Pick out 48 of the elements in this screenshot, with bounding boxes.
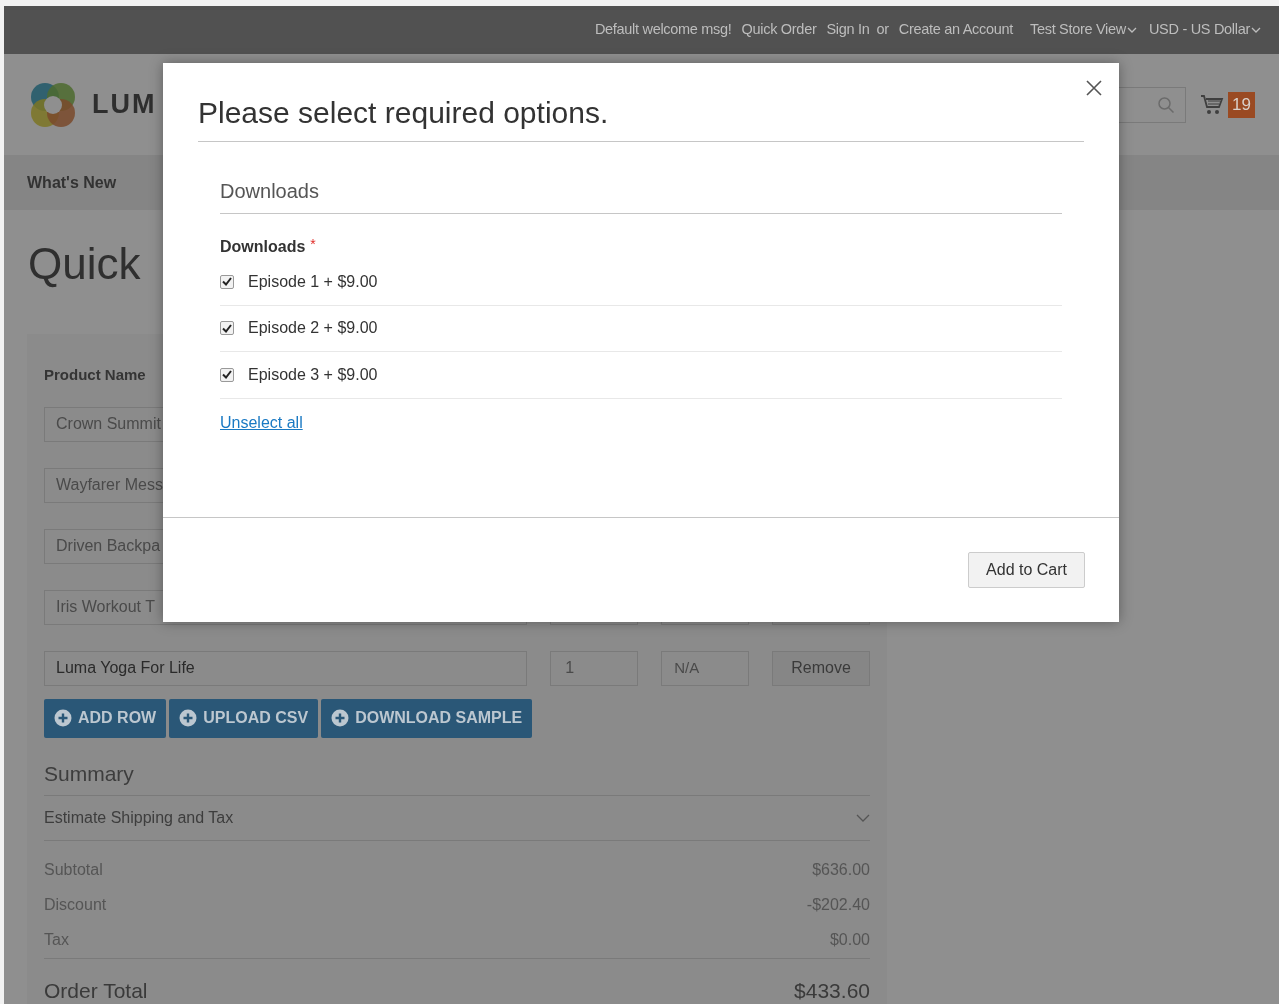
option-label: Episode 2 + $9.00: [248, 318, 378, 339]
option-label: Episode 1 + $9.00: [248, 271, 378, 292]
chevron-icon: [856, 814, 870, 822]
add-to-cart-button[interactable]: Add to Cart: [968, 552, 1085, 588]
order-total-value: $433.60: [794, 978, 870, 1004]
section-title: Downloads: [220, 179, 320, 204]
cart-count-badge: 19: [1228, 91, 1255, 118]
cart-icon[interactable]: [1200, 92, 1225, 117]
action-button[interactable]: UPLOAD CSV: [169, 698, 319, 738]
close-button[interactable]: [1085, 79, 1103, 97]
option-checkbox[interactable]: [220, 367, 234, 382]
check-icon: [222, 370, 232, 380]
chevron-down-icon: [1251, 27, 1261, 33]
header-link[interactable]: Sign In: [826, 19, 870, 41]
separator-text: or: [876, 20, 889, 40]
header-link[interactable]: Create an Account: [898, 19, 1013, 41]
column-header: Product Name: [44, 365, 146, 385]
welcome-message: Default welcome msg!: [594, 20, 732, 40]
close-icon: [1085, 79, 1103, 97]
action-button[interactable]: DOWNLOAD SAMPLE: [321, 698, 533, 738]
field-label: Downloads: [220, 237, 306, 257]
action-button[interactable]: ADD ROW: [44, 698, 167, 738]
header-link[interactable]: Quick Order: [741, 19, 817, 41]
price-field: N/A: [661, 650, 750, 686]
remove-button[interactable]: Remove: [772, 650, 870, 686]
required-mark: *: [310, 237, 316, 251]
summary-title: Summary: [44, 757, 870, 796]
plus-circle-icon: [54, 709, 72, 727]
order-total-label: Order Total: [44, 978, 148, 1004]
check-icon: [222, 323, 232, 333]
switcher-dropdown[interactable]: Test Store View: [1029, 19, 1137, 41]
search-icon: [1157, 95, 1176, 114]
quantity-field[interactable]: 1: [550, 650, 639, 686]
option-label: Episode 3 + $9.00: [248, 364, 378, 385]
plus-circle-icon: [331, 709, 350, 727]
unselect-all-link[interactable]: Unselect all: [220, 410, 303, 435]
nav-item[interactable]: What's New: [27, 170, 117, 195]
option-checkbox[interactable]: [220, 274, 234, 289]
product-name-field[interactable]: Luma Yoga For Life: [44, 650, 528, 686]
check-icon: [222, 277, 232, 287]
logo-text: LUM: [92, 88, 157, 122]
chevron-down-icon: [1126, 27, 1137, 33]
modal-title: Please select required options.: [198, 95, 610, 131]
switcher-dropdown[interactable]: USD - US Dollar: [1148, 19, 1261, 41]
page-title: Quick: [28, 238, 141, 290]
plus-circle-icon: [179, 709, 198, 727]
option-checkbox[interactable]: [220, 321, 234, 336]
estimate-shipping-toggle[interactable]: Estimate Shipping and Tax: [44, 796, 870, 841]
